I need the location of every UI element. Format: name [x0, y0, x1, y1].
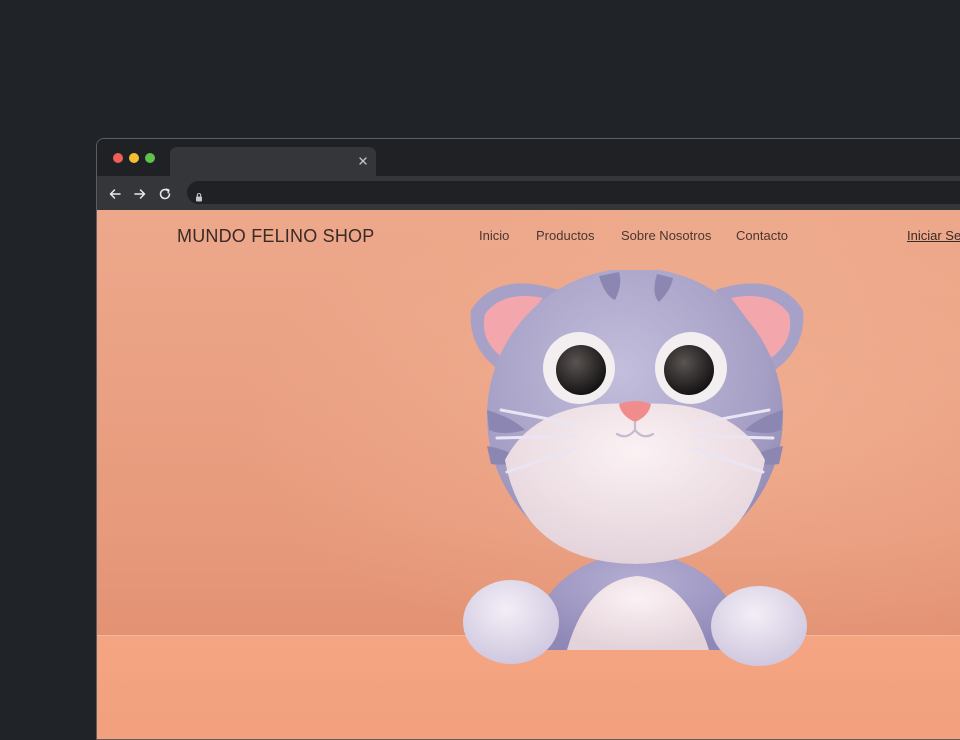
cat-right-eye	[664, 345, 714, 395]
browser-toolbar	[97, 176, 960, 210]
nav-link-inicio[interactable]: Inicio	[479, 228, 509, 243]
browser-titlebar	[97, 139, 960, 176]
nav-link-contacto[interactable]: Contacto	[736, 228, 788, 243]
close-icon[interactable]	[356, 153, 370, 167]
web-page: MUNDO FELINO SHOP Inicio Productos Sobre…	[97, 210, 960, 739]
back-arrow-icon[interactable]	[108, 186, 122, 200]
reload-icon[interactable]	[158, 186, 172, 200]
cat-right-paw	[711, 586, 807, 666]
address-bar[interactable]	[187, 181, 960, 204]
window-minimize-button[interactable]	[129, 153, 139, 163]
window-maximize-button[interactable]	[145, 153, 155, 163]
window-close-button[interactable]	[113, 153, 123, 163]
cat-left-paw	[463, 580, 559, 664]
nav-link-sobre-nosotros[interactable]: Sobre Nosotros	[621, 228, 711, 243]
login-link[interactable]: Iniciar Se	[907, 228, 960, 243]
cat-illustration	[463, 270, 807, 666]
lock-icon	[195, 187, 203, 202]
forward-arrow-icon[interactable]	[133, 186, 147, 200]
nav-link-productos[interactable]: Productos	[536, 228, 595, 243]
browser-tab[interactable]	[170, 147, 376, 176]
browser-window: MUNDO FELINO SHOP Inicio Productos Sobre…	[96, 138, 960, 740]
site-header: MUNDO FELINO SHOP Inicio Productos Sobre…	[97, 210, 960, 262]
cat-left-eye	[556, 345, 606, 395]
site-logo[interactable]: MUNDO FELINO SHOP	[177, 226, 374, 247]
